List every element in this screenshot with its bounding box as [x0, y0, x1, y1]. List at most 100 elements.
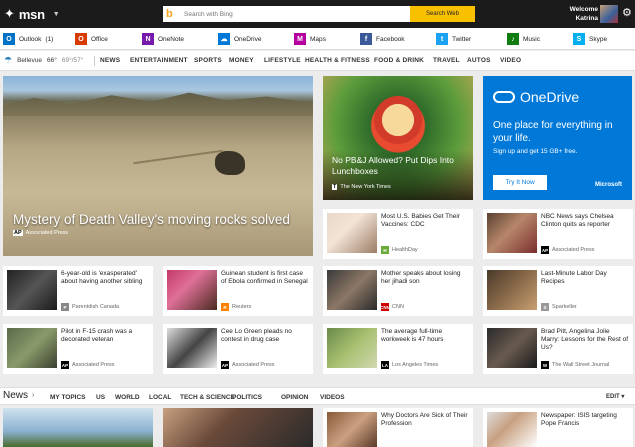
- gear-icon[interactable]: ⚙: [622, 6, 632, 19]
- story-title[interactable]: Brad Pitt, Angelina Jolie Marry: Lessons…: [541, 328, 629, 352]
- search-input[interactable]: [184, 10, 384, 18]
- bottom-image-story[interactable]: [163, 408, 313, 447]
- nav-item-health-fitness[interactable]: HEALTH & FITNESS: [305, 57, 370, 64]
- app-office[interactable]: O Office: [75, 32, 108, 46]
- twitter-icon: t: [436, 33, 448, 45]
- story-thumbnail[interactable]: [7, 328, 57, 368]
- story-card[interactable]: 6-year-old is 'exasperated' about having…: [3, 266, 153, 316]
- food-story[interactable]: No PB&J Allowed? Put Dips Into Lunchboxe…: [323, 76, 473, 200]
- story-card[interactable]: Why Doctors Are Sick of Their Profession: [323, 408, 473, 447]
- hero-story[interactable]: Mystery of Death Valley's moving rocks s…: [3, 76, 313, 256]
- nav-item-food-drink[interactable]: FOOD & DRINK: [374, 57, 424, 64]
- story-title[interactable]: Why Doctors Are Sick of Their Profession: [381, 412, 469, 428]
- story-thumbnail[interactable]: [327, 412, 377, 447]
- story-thumbnail[interactable]: [167, 270, 217, 310]
- music-icon: ♪: [507, 33, 519, 45]
- story-title[interactable]: Pilot in F-15 crash was a decorated vete…: [61, 328, 149, 344]
- story-title[interactable]: Guinean student is first case of Ebola c…: [221, 270, 309, 286]
- app-label: Office: [91, 35, 108, 43]
- hero-rock: [215, 151, 245, 175]
- news-tab-videos[interactable]: VIDEOS: [320, 394, 345, 401]
- story-title[interactable]: Newspaper: ISIS targeting Pope Francis: [541, 412, 629, 428]
- app-onedrive[interactable]: ☁ OneDrive: [218, 32, 261, 46]
- nav-item-sports[interactable]: SPORTS: [194, 57, 222, 64]
- bottom-image-story[interactable]: [3, 408, 153, 447]
- app-skype[interactable]: S Skype: [573, 32, 607, 46]
- story-thumbnail[interactable]: [167, 328, 217, 368]
- app-onenote[interactable]: N OneNote: [142, 32, 184, 46]
- story-thumbnail[interactable]: [487, 213, 537, 253]
- story-thumbnail[interactable]: [487, 328, 537, 368]
- app-twitter[interactable]: t Twitter: [436, 32, 471, 46]
- story-source: W The Wall Street Journal: [541, 361, 610, 369]
- app-facebook[interactable]: f Facebook: [360, 32, 405, 46]
- nav-item-news[interactable]: NEWS: [100, 57, 120, 64]
- nav-item-lifestyle[interactable]: LIFESTYLE: [264, 57, 301, 64]
- source-badge: AP: [221, 361, 229, 369]
- story-thumbnail[interactable]: [327, 270, 377, 310]
- story-card[interactable]: Newspaper: ISIS targeting Pope Francis: [483, 408, 633, 447]
- ad-brand: OneDrive: [493, 89, 579, 105]
- news-tab-world[interactable]: WORLD: [115, 394, 140, 401]
- source-badge: AP: [61, 361, 69, 369]
- story-source: AP Associated Press: [61, 361, 115, 369]
- edit-button[interactable]: EDIT ▾: [606, 393, 624, 400]
- news-tab-my-topics[interactable]: MY TOPICS: [50, 394, 86, 401]
- hero-rock-trail: [133, 149, 223, 165]
- nav-item-money[interactable]: MONEY: [229, 57, 254, 64]
- story-card[interactable]: Guinean student is first case of Ebola c…: [163, 266, 313, 316]
- story-title[interactable]: Mother speaks about losing her jihadi so…: [381, 270, 469, 286]
- try-it-now-button[interactable]: Try It Now: [493, 175, 547, 190]
- app-music[interactable]: ♪ Music: [507, 32, 540, 46]
- app-label: OneNote: [158, 35, 185, 43]
- weather-range: 69°/57°: [61, 57, 84, 64]
- story-thumbnail[interactable]: [7, 270, 57, 310]
- story-card[interactable]: Last-Minute Labor Day Recipes S Sparkeller: [483, 266, 633, 316]
- msn-logo[interactable]: ✦ msn ▼: [4, 5, 60, 23]
- story-title[interactable]: Most U.S. Babies Get Their Vaccines: CDC: [381, 213, 469, 229]
- story-source: R Reuters: [221, 303, 251, 311]
- app-outlook[interactable]: O Outlook (1): [3, 32, 53, 46]
- avatar[interactable]: [600, 5, 618, 23]
- app-label: Maps: [310, 35, 326, 43]
- story-card[interactable]: Mother speaks about losing her jihadi so…: [323, 266, 473, 316]
- story-card[interactable]: NBC News says Chelsea Clinton quits as r…: [483, 209, 633, 259]
- news-label[interactable]: News: [3, 390, 28, 401]
- nav-item-video[interactable]: VIDEO: [500, 57, 521, 64]
- chevron-down-icon[interactable]: ▼: [53, 11, 60, 18]
- weather-widget[interactable]: ☂ Bellevue 66° 69°/57°: [4, 55, 83, 66]
- story-title[interactable]: Last-Minute Labor Day Recipes: [541, 270, 629, 286]
- story-card[interactable]: Pilot in F-15 crash was a decorated vete…: [3, 324, 153, 374]
- story-card[interactable]: The average full-time workweek is 47 hou…: [323, 324, 473, 374]
- story-thumbnail[interactable]: [327, 213, 377, 253]
- news-tab-opinion[interactable]: OPINION: [281, 394, 308, 401]
- story-title[interactable]: NBC News says Chelsea Clinton quits as r…: [541, 213, 629, 229]
- story-thumbnail[interactable]: [487, 412, 537, 447]
- app-label: Facebook: [376, 35, 405, 43]
- welcome-text[interactable]: Welcome Katrina: [570, 5, 598, 23]
- nav-item-autos[interactable]: AUTOS: [467, 57, 491, 64]
- story-thumbnail[interactable]: [487, 270, 537, 310]
- app-label: Twitter: [452, 35, 472, 43]
- story-card[interactable]: Cee Lo Green pleads no contest in drug c…: [163, 324, 313, 374]
- news-tab-politics[interactable]: POLITICS: [232, 394, 262, 401]
- chevron-right-icon[interactable]: ›: [32, 392, 34, 399]
- food-title[interactable]: No PB&J Allowed? Put Dips Into Lunchboxe…: [332, 155, 472, 177]
- food-source: T The New York Times: [332, 184, 391, 190]
- nav-item-travel[interactable]: TRAVEL: [433, 57, 460, 64]
- app-maps[interactable]: M Maps: [294, 32, 326, 46]
- food-image: [368, 94, 428, 146]
- story-thumbnail[interactable]: [327, 328, 377, 368]
- news-tab-us[interactable]: US: [96, 394, 105, 401]
- news-tab-local[interactable]: LOCAL: [149, 394, 171, 401]
- story-card[interactable]: Brad Pitt, Angelina Jolie Marry: Lessons…: [483, 324, 633, 374]
- news-tab-tech-science[interactable]: TECH & SCIENCE: [180, 394, 235, 401]
- story-title[interactable]: The average full-time workweek is 47 hou…: [381, 328, 469, 344]
- story-title[interactable]: 6-year-old is 'exasperated' about having…: [61, 270, 149, 286]
- story-card[interactable]: Most U.S. Babies Get Their Vaccines: CDC…: [323, 209, 473, 259]
- nav-item-entertainment[interactable]: ENTERTAINMENT: [130, 57, 188, 64]
- onedrive-ad[interactable]: OneDrive One place for everything in you…: [483, 76, 632, 200]
- search-web-button[interactable]: Search Web: [410, 6, 475, 22]
- story-title[interactable]: Cee Lo Green pleads no contest in drug c…: [221, 328, 309, 344]
- hero-title[interactable]: Mystery of Death Valley's moving rocks s…: [13, 212, 290, 227]
